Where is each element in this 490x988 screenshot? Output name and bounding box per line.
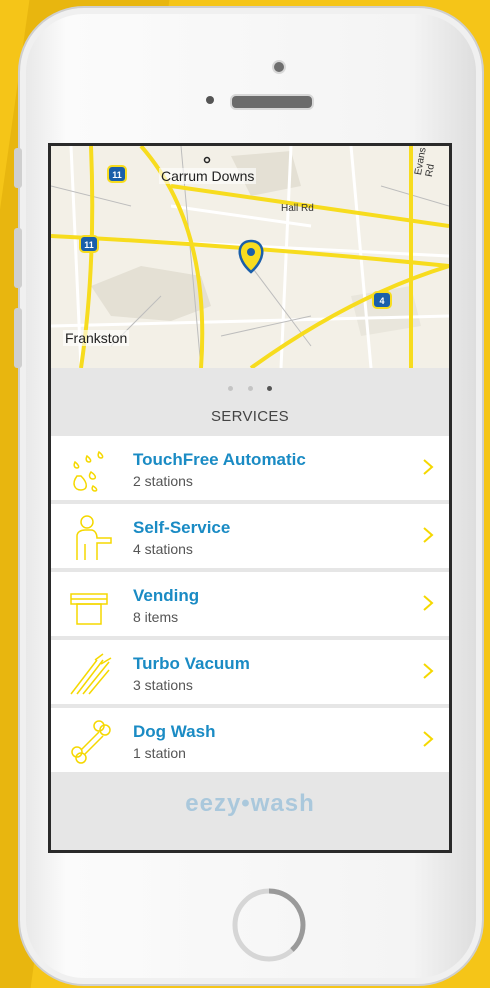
earpiece-speaker	[230, 94, 314, 110]
volume-down-button	[14, 308, 22, 368]
service-title: Vending	[133, 586, 200, 605]
service-row-vending[interactable]: Vending 8 items	[51, 572, 449, 636]
chevron-right-icon	[423, 731, 434, 747]
svg-text:4: 4	[379, 296, 384, 306]
service-title: Turbo Vacuum	[133, 654, 250, 673]
chevron-right-icon	[423, 459, 434, 475]
service-row-self-service[interactable]: Self-Service 4 stations	[51, 504, 449, 568]
service-count: 3 stations	[133, 677, 193, 693]
svg-text:11: 11	[112, 170, 122, 180]
service-row-dog-wash[interactable]: Dog Wash 1 station	[51, 708, 449, 772]
front-camera	[272, 60, 286, 74]
mute-switch	[14, 148, 22, 188]
water-drops-icon	[73, 450, 104, 492]
service-title: Dog Wash	[133, 722, 216, 741]
route-shield-11-top: 11	[107, 165, 127, 183]
eezywash-logo: eezy•wash	[51, 790, 449, 818]
logo-text: eezy•wash	[185, 790, 315, 817]
service-title: TouchFree Automatic	[133, 450, 306, 469]
service-row-turbo-vacuum[interactable]: Turbo Vacuum 3 stations	[51, 640, 449, 704]
service-row-touchfree[interactable]: TouchFree Automatic 2 stations	[51, 436, 449, 500]
home-button[interactable]	[228, 884, 310, 966]
person-pointing-icon	[76, 515, 112, 560]
chevron-right-icon	[423, 527, 434, 543]
route-shield-11-bottom: 11	[79, 235, 99, 253]
location-map[interactable]: 11 11 4 Carrum Downs Hall Rd Evans Rd Fr…	[51, 146, 449, 368]
services-list: TouchFree Automatic 2 stations Self-Serv…	[51, 436, 449, 776]
vending-machine-icon	[70, 593, 108, 625]
service-count: 8 items	[133, 609, 179, 625]
volume-up-button	[14, 228, 22, 288]
app-screen: 11 11 4 Carrum Downs Hall Rd Evans Rd Fr…	[48, 143, 452, 853]
service-title: Self-Service	[133, 518, 231, 537]
svg-text:11: 11	[84, 240, 94, 250]
map-label-carrum-downs: Carrum Downs	[159, 168, 257, 184]
vacuum-airflow-icon	[70, 653, 112, 695]
service-count: 1 station	[133, 745, 186, 761]
proximity-sensor	[206, 96, 214, 104]
chevron-right-icon	[423, 595, 434, 611]
page-indicator[interactable]	[51, 378, 449, 396]
map-label-frankston: Frankston	[63, 330, 130, 346]
map-label-hall-rd: Hall Rd	[281, 203, 314, 214]
services-heading: SERVICES	[211, 408, 289, 425]
page-dot-2[interactable]	[247, 386, 253, 391]
page-dot-1[interactable]	[228, 386, 234, 391]
chevron-right-icon	[423, 663, 434, 679]
bone-icon	[71, 720, 111, 764]
service-count: 4 stations	[133, 541, 193, 557]
page-dot-3-active[interactable]	[266, 386, 272, 391]
service-count: 2 stations	[133, 473, 193, 489]
route-shield-4: 4	[372, 291, 392, 309]
